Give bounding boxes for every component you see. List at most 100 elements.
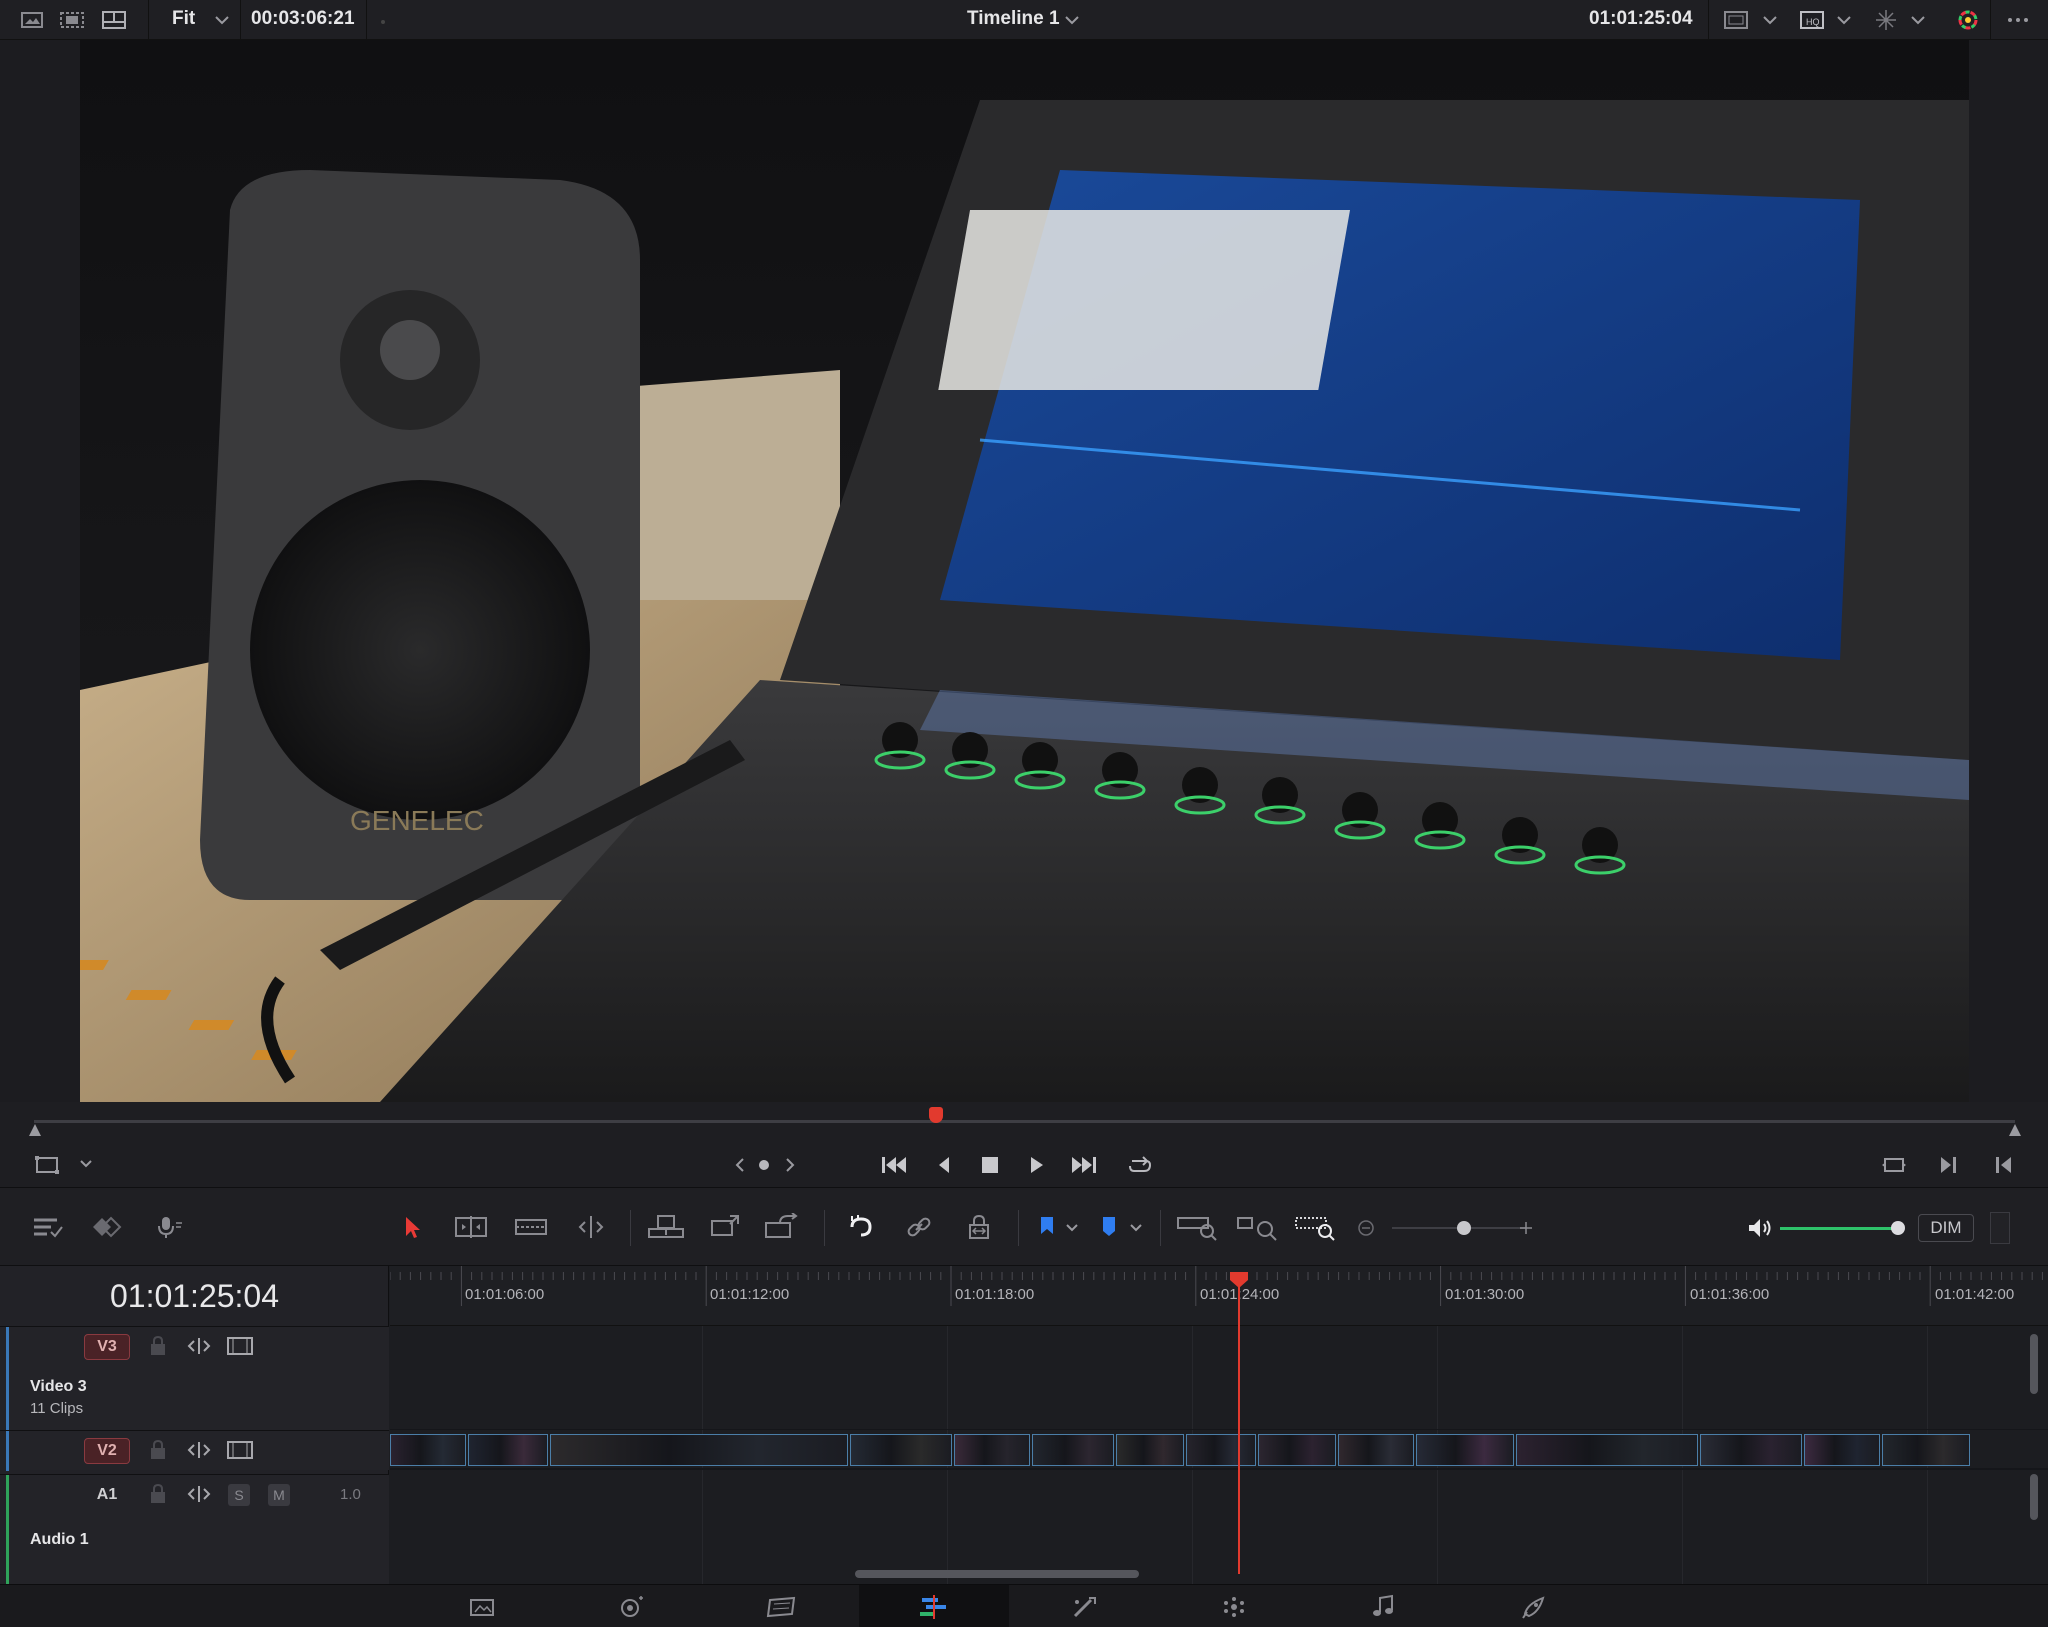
timeline-clip[interactable] [1882,1434,1970,1466]
dynamic-trim-mode-icon[interactable] [510,1210,552,1244]
fx-overlay-icon[interactable] [1872,8,1900,32]
track-tag-v3[interactable]: V3 [84,1334,130,1360]
transform-chevron-icon[interactable] [76,1154,96,1174]
media-page-icon[interactable] [407,1585,557,1627]
loop-button[interactable] [1122,1150,1158,1180]
zoom-full-icon[interactable] [1174,1210,1220,1244]
track-header-a1[interactable]: A1 S M 1.0 Audio 1 [0,1474,389,1585]
zoom-in-icon[interactable] [1516,1218,1536,1238]
lane-v2[interactable] [390,1430,2048,1470]
single-viewer-icon[interactable] [18,8,46,32]
zoom-custom-icon[interactable] [1292,1210,1338,1244]
dual-viewer-icon[interactable] [100,8,128,32]
cinema-viewer-icon[interactable] [58,8,86,32]
timeline-view-options-icon[interactable] [28,1210,68,1244]
solo-button[interactable]: S [228,1484,250,1506]
edit-timeline-page-icon[interactable] [859,1585,1009,1627]
scrub-end-handle[interactable] [2009,1124,2021,1136]
zoom-out-icon[interactable] [1356,1218,1376,1238]
step-back-button[interactable] [926,1150,962,1180]
flag-chevron-icon[interactable] [1062,1218,1082,1238]
timeline-clip[interactable] [390,1434,466,1466]
timeline-scroll-thumb[interactable] [855,1570,1139,1578]
play-button[interactable] [1018,1150,1054,1180]
track-header-v2[interactable]: V2 [0,1430,389,1471]
auto-select-icon[interactable] [184,1336,214,1361]
track-name-a1[interactable]: Audio 1 [30,1531,89,1549]
timeline-clip[interactable] [1804,1434,1880,1466]
timeline-viewer[interactable]: GENELEC [0,40,2048,1102]
timeline-clip[interactable] [1116,1434,1184,1466]
in-out-backward-icon[interactable] [1988,1150,2020,1180]
viewer-scrubber[interactable] [0,1102,2048,1142]
timeline-chevron-down-icon[interactable] [1062,10,1090,34]
zoom-label[interactable]: Fit [172,8,195,30]
dim-button[interactable]: DIM [1918,1214,1974,1242]
timeline-clip[interactable] [468,1434,548,1466]
lock-icon[interactable] [148,1439,168,1466]
timeline-clip[interactable] [1516,1434,1698,1466]
go-to-start-button[interactable] [876,1150,912,1180]
safe-area-icon[interactable] [1722,8,1750,32]
proxy-chevron-icon[interactable] [1834,10,1862,34]
timeline-name[interactable]: Timeline 1 [967,8,1060,30]
safe-area-chevron-icon[interactable] [1760,10,1788,34]
timeline-ruler[interactable]: 01:01:06:00 01:01:12:00 01:01:18:00 01:0… [390,1266,2048,1326]
insert-clip-icon[interactable] [644,1210,688,1244]
overlay-chevron-icon[interactable] [1908,10,1936,34]
selection-mode-icon[interactable] [396,1210,430,1244]
timeline-clip[interactable] [1338,1434,1414,1466]
auto-select-icon[interactable] [184,1440,214,1465]
lock-icon[interactable] [148,1483,168,1510]
blade-edit-mode-icon[interactable] [570,1210,612,1244]
cut-page-icon[interactable] [557,1585,707,1627]
lane-a1[interactable] [390,1474,2048,1584]
track-name-v3[interactable]: Video 3 [30,1378,87,1396]
proxy-icon[interactable]: HQ [1798,8,1826,32]
timeline-clip[interactable] [1258,1434,1336,1466]
voiceover-mic-icon[interactable] [148,1210,188,1244]
zoom-slider-handle[interactable] [1457,1221,1471,1235]
edit-page-icon[interactable] [707,1585,857,1627]
chevron-down-icon[interactable] [212,10,240,34]
volume-slider-handle[interactable] [1891,1221,1905,1235]
vertical-scroll-thumb[interactable] [2030,1334,2038,1394]
marker-icon[interactable] [1096,1210,1122,1244]
snap-icon[interactable] [842,1210,880,1244]
go-to-end-button[interactable] [1066,1150,1102,1180]
zoom-detail-icon[interactable] [1234,1210,1280,1244]
timeline-timecode[interactable]: 01:01:25:04 [0,1278,389,1315]
lane-v3[interactable] [390,1326,2048,1430]
timeline-lanes[interactable] [390,1326,2048,1584]
jog-dot-icon[interactable] [752,1154,776,1176]
volume-slider[interactable] [1780,1227,1898,1230]
audio-level[interactable]: 1.0 [340,1486,361,1503]
transform-icon[interactable] [30,1150,64,1180]
deliver-page-icon[interactable] [1459,1585,1609,1627]
trim-edit-mode-icon[interactable] [450,1210,492,1244]
track-tag-a1[interactable]: A1 [84,1482,130,1508]
scrub-playhead[interactable] [929,1107,943,1123]
timeline-playhead[interactable] [1238,1274,1240,1574]
lock-icon[interactable] [148,1335,168,1362]
prev-edit-icon[interactable] [726,1154,754,1176]
speaker-volume-icon[interactable] [1744,1212,1776,1244]
linked-selection-icon[interactable] [900,1210,938,1244]
scrub-track[interactable] [34,1120,2015,1123]
position-lock-icon[interactable] [960,1210,998,1244]
color-wheel-icon[interactable] [1954,8,1982,32]
fusion-page-icon[interactable] [1009,1585,1159,1627]
overwrite-clip-icon[interactable] [702,1210,746,1244]
flag-icon[interactable] [1034,1210,1060,1244]
timeline-clip[interactable] [850,1434,952,1466]
in-out-forward-icon[interactable] [1932,1150,1964,1180]
track-header-v3[interactable]: V3 Video 3 11 Clips [0,1326,389,1431]
more-options-icon[interactable] [2004,8,2032,32]
color-page-icon[interactable] [1159,1585,1309,1627]
timeline-clip[interactable] [1416,1434,1514,1466]
timeline-clip[interactable] [1186,1434,1256,1466]
replace-clip-icon[interactable] [760,1210,804,1244]
stop-button[interactable] [972,1150,1008,1180]
disable-video-track-icon[interactable] [226,1440,254,1465]
auto-select-icon[interactable] [184,1484,214,1509]
